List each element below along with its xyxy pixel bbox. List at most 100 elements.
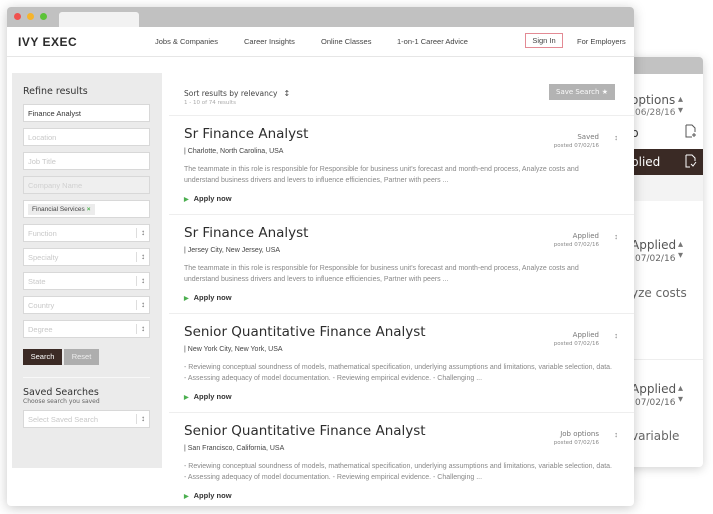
job-title-link[interactable]: Senior Quantitative Finance Analyst bbox=[184, 324, 426, 340]
sign-in-button[interactable]: Sign In bbox=[525, 33, 563, 48]
job-description: The teammate in this role is responsible… bbox=[184, 265, 579, 283]
nav-online-classes[interactable]: Online Classes bbox=[321, 37, 371, 46]
status-label: Applied bbox=[631, 238, 677, 252]
company-name-input[interactable]: Company Name bbox=[23, 176, 150, 194]
state-select[interactable]: State ↕ bbox=[23, 272, 150, 290]
job-location: | San Francisco, California, USA bbox=[184, 445, 285, 452]
refine-sidebar: Refine results Finance Analyst Location … bbox=[12, 73, 162, 468]
nav-jobs-companies[interactable]: Jobs & Companies bbox=[155, 37, 218, 46]
posted-date: 07/02/16 bbox=[635, 398, 676, 408]
country-select[interactable]: Country ↕ bbox=[23, 296, 150, 314]
job-description: - Reviewing conceptual soundness of mode… bbox=[184, 364, 613, 382]
sort-arrows-icon[interactable]: ▴ ▾ bbox=[678, 94, 683, 116]
close-window-button[interactable] bbox=[14, 13, 21, 20]
job-description: The teammate in this role is responsible… bbox=[184, 166, 579, 184]
job-status-select[interactable]: Applied bbox=[573, 331, 599, 339]
description-fragment: variable bbox=[631, 429, 680, 443]
saved-searches-subtitle: Choose search you saved bbox=[23, 398, 100, 405]
posted-date: posted 07/02/16 bbox=[553, 440, 599, 446]
sort-select[interactable]: Sort results by relevancy ↕ bbox=[184, 89, 290, 98]
nav-career-insights[interactable]: Career Insights bbox=[244, 37, 295, 46]
background-card-status: Applied 07/02/16 bbox=[631, 382, 676, 408]
divider bbox=[23, 377, 150, 378]
browser-window: IVY EXEC Jobs & Companies Career Insight… bbox=[7, 7, 634, 506]
apply-label: Apply now bbox=[193, 392, 232, 401]
job-title-link[interactable]: Sr Finance Analyst bbox=[184, 126, 308, 142]
background-card-status: Applied 07/02/16 bbox=[631, 238, 676, 264]
keyword-input[interactable]: Finance Analyst bbox=[23, 104, 150, 122]
checked-document-icon bbox=[685, 154, 697, 168]
apply-now-link[interactable]: ▶ Apply now bbox=[184, 491, 232, 500]
job-title-input[interactable]: Job Title bbox=[23, 152, 150, 170]
posted-date: 07/02/16 bbox=[635, 254, 676, 264]
job-options-select[interactable]: Job options bbox=[560, 430, 599, 438]
apply-now-link[interactable]: ▶ Apply now bbox=[184, 293, 232, 302]
apply-label: Apply now bbox=[193, 491, 232, 500]
job-location: | New York City, New York, USA bbox=[184, 346, 283, 353]
select-arrows-icon: ↕ bbox=[136, 228, 145, 238]
job-title-link[interactable]: Senior Quantitative Finance Analyst bbox=[184, 423, 426, 439]
browser-tab[interactable] bbox=[59, 12, 139, 27]
sort-arrows-icon[interactable]: ▴ ▾ bbox=[678, 383, 683, 405]
status-label: Applied bbox=[631, 382, 677, 396]
posted-date: posted 07/02/16 bbox=[553, 242, 599, 248]
apply-now-link[interactable]: ▶ Apply now bbox=[184, 392, 232, 401]
job-options-label[interactable]: options bbox=[631, 93, 675, 107]
refine-title: Refine results bbox=[23, 86, 88, 97]
results-count: 1 - 10 of 74 results bbox=[184, 100, 236, 106]
site-navbar: IVY EXEC Jobs & Companies Career Insight… bbox=[7, 27, 634, 57]
select-placeholder: Function bbox=[28, 229, 57, 238]
posted-date: posted 07/02/16 bbox=[553, 143, 599, 149]
degree-select[interactable]: Degree ↕ bbox=[23, 320, 150, 338]
remove-chip-icon[interactable]: × bbox=[87, 206, 91, 213]
job-location: | Jersey City, New Jersey, USA bbox=[184, 247, 281, 254]
select-arrows-icon: ↕ bbox=[136, 252, 145, 262]
sort-arrows-icon[interactable]: ▴ ▾ bbox=[678, 239, 683, 261]
add-document-icon bbox=[685, 124, 696, 138]
apply-now-link[interactable]: ▶ Apply now bbox=[184, 194, 232, 203]
nav-career-advice[interactable]: 1-on-1 Career Advice bbox=[397, 37, 468, 46]
location-input[interactable]: Location bbox=[23, 128, 150, 146]
function-select[interactable]: Function ↕ bbox=[23, 224, 150, 242]
select-placeholder: Degree bbox=[28, 325, 53, 334]
play-arrow-icon: ▶ bbox=[184, 395, 189, 401]
sort-arrows-icon[interactable]: ↕ bbox=[614, 133, 618, 142]
job-status-select[interactable]: Saved bbox=[577, 133, 599, 141]
job-title-link[interactable]: Sr Finance Analyst bbox=[184, 225, 308, 241]
job-status-select[interactable]: Applied bbox=[573, 232, 599, 240]
saved-search-select[interactable]: Select Saved Search ↕ bbox=[23, 410, 150, 428]
options-date: 06/28/16 bbox=[635, 108, 676, 118]
description-fragment: yze costs bbox=[631, 286, 687, 300]
job-card: Sr Finance Analyst | Charlotte, North Ca… bbox=[169, 116, 634, 215]
select-placeholder: Select Saved Search bbox=[28, 415, 99, 424]
select-placeholder: State bbox=[28, 277, 46, 286]
reset-button[interactable]: Reset bbox=[64, 349, 99, 365]
save-search-label: Save Search bbox=[556, 88, 600, 96]
play-arrow-icon: ▶ bbox=[184, 296, 189, 302]
minimize-window-button[interactable] bbox=[27, 13, 34, 20]
saved-searches-title: Saved Searches bbox=[23, 387, 99, 398]
menu-item-applied[interactable]: plied bbox=[631, 149, 703, 175]
chip-label: Financial Services bbox=[32, 206, 85, 213]
sort-arrows-icon[interactable]: ↕ bbox=[614, 232, 618, 241]
search-button[interactable]: Search bbox=[23, 349, 62, 365]
job-card: Senior Quantitative Finance Analyst | Sa… bbox=[169, 413, 634, 506]
for-employers-link[interactable]: For Employers bbox=[577, 37, 626, 46]
sort-arrows-icon[interactable]: ↕ bbox=[614, 331, 618, 340]
industry-chip: Financial Services × bbox=[28, 204, 95, 215]
select-arrows-icon: ↕ bbox=[136, 300, 145, 310]
job-card: Senior Quantitative Finance Analyst | Ne… bbox=[169, 314, 634, 413]
sort-arrows-icon: ↕ bbox=[283, 89, 291, 98]
save-search-button[interactable]: Save Search ★ bbox=[549, 84, 615, 100]
select-placeholder: Country bbox=[28, 301, 55, 310]
sort-arrows-icon[interactable]: ↕ bbox=[614, 430, 618, 439]
site-logo[interactable]: IVY EXEC bbox=[18, 35, 77, 49]
specialty-select[interactable]: Specialty ↕ bbox=[23, 248, 150, 266]
select-placeholder: Specialty bbox=[28, 253, 59, 262]
industry-tag-input[interactable]: Financial Services × bbox=[23, 200, 150, 218]
apply-label: Apply now bbox=[193, 194, 232, 203]
maximize-window-button[interactable] bbox=[40, 13, 47, 20]
star-icon: ★ bbox=[601, 88, 608, 96]
menu-item-label: plied bbox=[631, 155, 661, 169]
menu-item-save-job[interactable]: b bbox=[631, 119, 703, 149]
